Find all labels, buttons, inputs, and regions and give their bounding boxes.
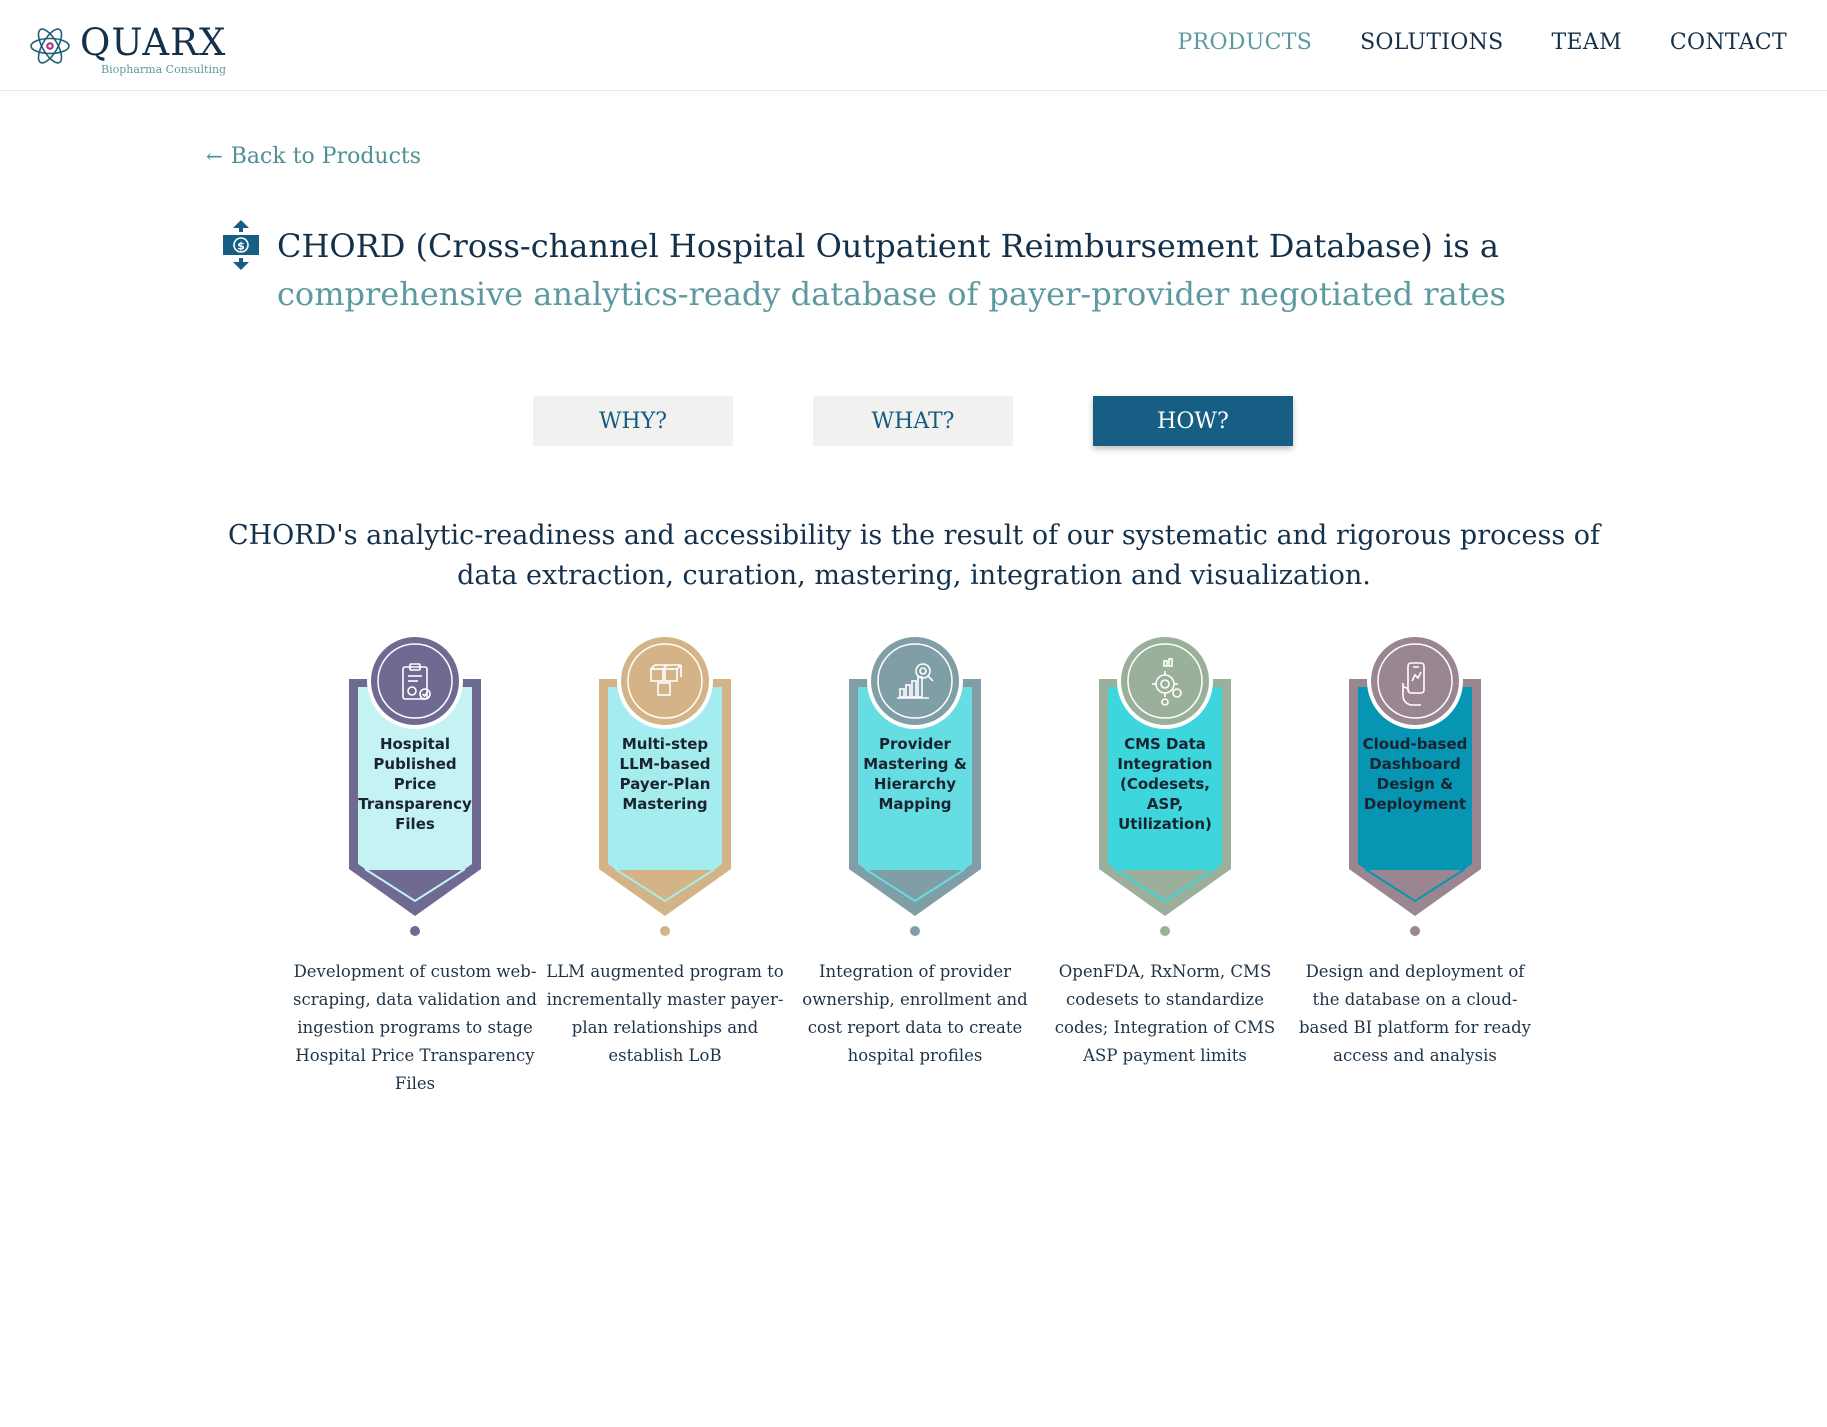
title-line-secondary: comprehensive analytics-ready database o… xyxy=(277,275,1506,313)
brand-logo[interactable]: QUARX Biopharma Consulting xyxy=(28,22,248,78)
section-tabs: WHY? WHAT? HOW? xyxy=(533,396,1293,446)
phone-hand-icon xyxy=(1402,662,1425,706)
site-header: QUARX Biopharma Consulting PRODUCTS SOLU… xyxy=(0,0,1827,91)
dollar-exchange-icon: $ xyxy=(223,220,259,270)
step-label: Multi-step LLM-based Payer-Plan Masterin… xyxy=(619,735,711,813)
tab-what[interactable]: WHAT? xyxy=(813,396,1013,446)
nav-item-contact[interactable]: CONTACT xyxy=(1670,30,1787,55)
brand-name: QUARX xyxy=(80,21,227,64)
step-description: Integration of provider ownership, enrol… xyxy=(802,962,1028,1065)
chart-magnifier-icon xyxy=(897,663,934,699)
nav-item-solutions[interactable]: SOLUTIONS xyxy=(1360,30,1503,55)
process-step: Multi-step LLM-based Payer-Plan Masterin… xyxy=(540,633,790,1113)
tab-how[interactable]: HOW? xyxy=(1093,396,1293,446)
atom-icon xyxy=(30,28,70,64)
svg-text:$: $ xyxy=(237,240,245,253)
gear-network-icon xyxy=(1152,658,1182,706)
arrow-left-icon: ← xyxy=(206,144,223,168)
page-title: CHORD (Cross-channel Hospital Outpatient… xyxy=(277,222,1577,318)
process-step: Hospital Published Price Transparency Fi… xyxy=(290,633,540,1113)
step-dot xyxy=(410,926,420,936)
process-step: Provider Mastering & Hierarchy Mapping I… xyxy=(790,633,1040,1113)
process-steps: Hospital Published Price Transparency Fi… xyxy=(290,633,1540,1113)
step-label: Hospital Published Price Transparency Fi… xyxy=(358,735,472,833)
process-step: Cloud-based Dashboard Design & Deploymen… xyxy=(1290,633,1540,1113)
step-label: Cloud-based Dashboard Design & Deploymen… xyxy=(1362,735,1468,813)
back-to-products-link[interactable]: ← Back to Products xyxy=(206,144,421,169)
boxes-icon xyxy=(650,664,682,696)
brand-tagline: Biopharma Consulting xyxy=(101,63,227,76)
main-nav: PRODUCTS SOLUTIONS TEAM CONTACT xyxy=(1178,30,1788,55)
step-dot xyxy=(910,926,920,936)
process-step: CMS Data Integration (Codesets, ASP, Uti… xyxy=(1040,633,1290,1113)
title-line-primary: CHORD (Cross-channel Hospital Outpatient… xyxy=(277,227,1499,265)
intro-text: CHORD's analytic-readiness and accessibi… xyxy=(227,520,1601,591)
step-description: OpenFDA, RxNorm, CMS codesets to standar… xyxy=(1054,962,1276,1065)
step-label: CMS Data Integration (Codesets, ASP, Uti… xyxy=(1117,735,1213,833)
step-dot xyxy=(1410,926,1420,936)
nav-item-products[interactable]: PRODUCTS xyxy=(1178,30,1313,55)
nav-item-team[interactable]: TEAM xyxy=(1552,30,1622,55)
tab-why[interactable]: WHY? xyxy=(533,396,733,446)
step-label: Provider Mastering & Hierarchy Mapping xyxy=(863,735,967,813)
back-link-label: Back to Products xyxy=(230,144,422,169)
step-description: Design and deployment of the database on… xyxy=(1299,962,1531,1065)
step-description: Development of custom web-scraping, data… xyxy=(293,962,537,1093)
step-dot xyxy=(1160,926,1170,936)
step-description: LLM augmented program to incrementally m… xyxy=(546,962,784,1065)
step-dot xyxy=(660,926,670,936)
clipboard-settings-icon xyxy=(402,663,431,700)
